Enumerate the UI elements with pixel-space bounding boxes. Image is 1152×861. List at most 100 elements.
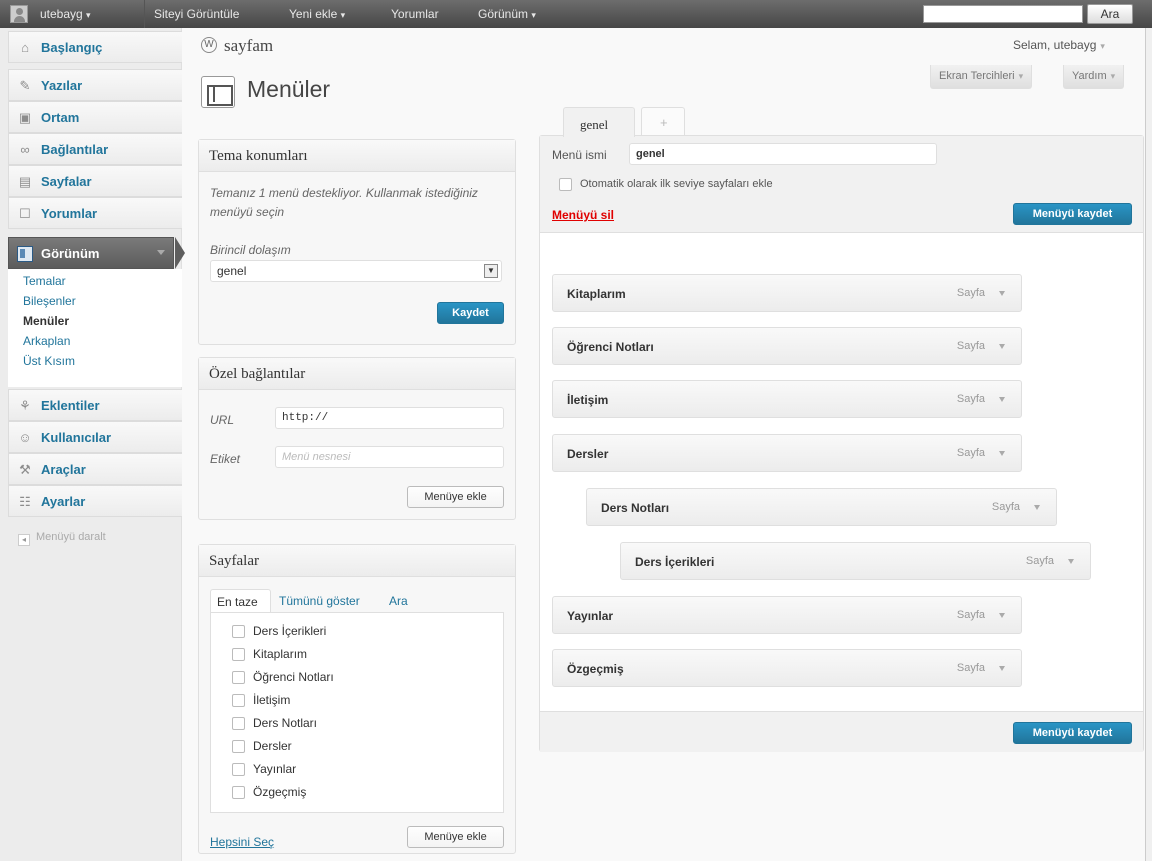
sidebar-item-users[interactable]: ☺ Kullanıcılar bbox=[8, 421, 182, 453]
primary-nav-label: Birincil dolaşım bbox=[210, 243, 291, 257]
theme-locations-box: Tema konumları Temanız 1 menü destekliyo… bbox=[198, 139, 516, 345]
admin-search-input[interactable] bbox=[923, 5, 1083, 23]
sidebar-item-links[interactable]: ∞ Bağlantılar bbox=[8, 133, 182, 165]
menu-name-input[interactable]: genel bbox=[629, 143, 937, 165]
page-scrollbar[interactable] bbox=[1145, 28, 1152, 861]
chevron-down-icon[interactable] bbox=[999, 666, 1005, 671]
menu-item[interactable]: Kitaplarım Sayfa bbox=[552, 274, 1022, 312]
screen-options-button[interactable]: Ekran Tercihleri ▾ bbox=[930, 65, 1033, 89]
sidebar-item-posts[interactable]: ✎ Yazılar bbox=[8, 69, 182, 101]
chevron-down-icon[interactable] bbox=[157, 250, 165, 255]
chevron-down-icon[interactable] bbox=[999, 397, 1005, 402]
admin-sidebar: ⌂ Başlangıç ✎ Yazılar ▣ Ortam ∞ Bağlantı… bbox=[0, 28, 185, 861]
collapse-menu-button[interactable]: ◂ Menüyü daralt bbox=[18, 531, 106, 546]
custom-links-box: Özel bağlantılar URL http:// Etiket Menü… bbox=[198, 357, 516, 520]
page-checkbox[interactable] bbox=[232, 717, 245, 730]
menu-item[interactable]: Öğrenci Notları Sayfa bbox=[552, 327, 1022, 365]
sidebar-item-media[interactable]: ▣ Ortam bbox=[8, 101, 182, 133]
wordpress-logo-icon: W bbox=[201, 37, 217, 53]
pin-icon: ✎ bbox=[19, 78, 31, 93]
submenu-header[interactable]: Üst Kısım bbox=[23, 353, 75, 369]
save-locations-button[interactable]: Kaydet bbox=[437, 302, 504, 324]
chevron-down-icon[interactable] bbox=[999, 344, 1005, 349]
howdy-user-menu[interactable]: Selam, utebayg ▾ bbox=[1013, 38, 1105, 52]
delete-menu-link[interactable]: Menüyü sil bbox=[552, 208, 614, 222]
page-checkbox[interactable] bbox=[232, 763, 245, 776]
page-checkbox[interactable] bbox=[232, 671, 245, 684]
add-pages-button[interactable]: Menüye ekle bbox=[407, 826, 504, 848]
custom-links-title[interactable]: Özel bağlantılar bbox=[199, 358, 515, 390]
chevron-down-icon[interactable] bbox=[1034, 505, 1040, 510]
site-name[interactable]: sayfam bbox=[224, 36, 273, 56]
theme-locations-title[interactable]: Tema konumları bbox=[199, 140, 515, 172]
page-checkbox[interactable] bbox=[232, 648, 245, 661]
tab-menu-genel[interactable]: genel bbox=[563, 107, 635, 137]
sidebar-item-appearance[interactable]: Görünüm bbox=[8, 237, 185, 269]
tab-most-recent[interactable]: En taze bbox=[210, 589, 271, 613]
submenu-widgets[interactable]: Bileşenler bbox=[23, 293, 76, 309]
page-checkbox[interactable] bbox=[232, 786, 245, 799]
url-input[interactable]: http:// bbox=[275, 407, 504, 429]
menu-item[interactable]: Ders Notları Sayfa bbox=[586, 488, 1057, 526]
plus-icon: + bbox=[660, 115, 668, 130]
avatar[interactable] bbox=[10, 5, 28, 23]
menu-item[interactable]: Yayınlar Sayfa bbox=[552, 596, 1022, 634]
chevron-down-icon[interactable] bbox=[999, 613, 1005, 618]
menu-item[interactable]: Dersler Sayfa bbox=[552, 434, 1022, 472]
menu-editor-footer: Menüyü kaydet bbox=[540, 711, 1143, 752]
pages-checklist: Ders İçerikleri Kitaplarım Öğrenci Notla… bbox=[210, 612, 504, 813]
page-title: Menüler bbox=[247, 76, 331, 102]
primary-nav-select[interactable]: genel ▼ bbox=[210, 260, 502, 282]
comments-link[interactable]: Yorumlar bbox=[391, 0, 439, 28]
comment-icon: ☐ bbox=[19, 206, 31, 221]
save-menu-button-bottom[interactable]: Menüyü kaydet bbox=[1013, 722, 1132, 744]
page-checkbox[interactable] bbox=[232, 694, 245, 707]
menu-item[interactable]: İletişim Sayfa bbox=[552, 380, 1022, 418]
sidebar-item-dashboard[interactable]: ⌂ Başlangıç bbox=[8, 31, 182, 63]
sidebar-item-pages[interactable]: ▤ Sayfalar bbox=[8, 165, 182, 197]
appearance-icon bbox=[17, 246, 33, 262]
save-menu-button[interactable]: Menüyü kaydet bbox=[1013, 203, 1132, 225]
auto-add-pages-checkbox[interactable] bbox=[559, 178, 572, 191]
submenu-themes[interactable]: Temalar bbox=[23, 273, 66, 289]
pages-icon: ▤ bbox=[18, 174, 32, 189]
appearance-menu[interactable]: Görünüm ▾ bbox=[478, 0, 536, 28]
tools-icon: ⚒ bbox=[19, 462, 31, 477]
sidebar-item-tools[interactable]: ⚒ Araçlar bbox=[8, 453, 182, 485]
link-label-input[interactable]: Menü nesnesi bbox=[275, 446, 504, 468]
plugin-icon: ⚘ bbox=[19, 398, 31, 413]
chevron-down-icon[interactable] bbox=[999, 291, 1005, 296]
current-arrow-icon bbox=[175, 237, 185, 269]
sidebar-item-comments[interactable]: ☐ Yorumlar bbox=[8, 197, 182, 229]
menu-editor-header: Menü ismi genel Otomatik olarak ilk sevi… bbox=[540, 136, 1143, 233]
tab-view-all[interactable]: Tümünü göster bbox=[279, 594, 360, 608]
url-label: URL bbox=[210, 413, 235, 427]
list-item: Öğrenci Notları bbox=[253, 670, 334, 684]
list-item: İletişim bbox=[253, 693, 291, 707]
admin-user-menu[interactable]: utebayg ▾ bbox=[40, 0, 91, 28]
chevron-down-icon[interactable] bbox=[999, 451, 1005, 456]
sidebar-item-plugins[interactable]: ⚘ Eklentiler bbox=[8, 389, 182, 421]
help-button[interactable]: Yardım ▾ bbox=[1063, 65, 1125, 89]
submenu-menus[interactable]: Menüler bbox=[23, 313, 69, 329]
tab-search[interactable]: Ara bbox=[389, 594, 408, 608]
submenu-background[interactable]: Arkaplan bbox=[23, 333, 70, 349]
page-checkbox[interactable] bbox=[232, 625, 245, 638]
view-site-link[interactable]: Siteyi Görüntüle bbox=[154, 0, 239, 28]
chevron-down-icon[interactable] bbox=[1068, 559, 1074, 564]
list-item: Yayınlar bbox=[253, 762, 297, 776]
menu-name-label: Menü ismi bbox=[552, 148, 607, 162]
menu-item[interactable]: Özgeçmiş Sayfa bbox=[552, 649, 1022, 687]
list-item: Ders Notları bbox=[253, 716, 318, 730]
menu-editor: Menü ismi genel Otomatik olarak ilk sevi… bbox=[539, 135, 1144, 752]
admin-search-button[interactable]: Ara bbox=[1087, 4, 1133, 24]
tab-add-menu[interactable]: + bbox=[641, 107, 685, 137]
sidebar-item-settings[interactable]: ☷ Ayarlar bbox=[8, 485, 182, 517]
add-custom-link-button[interactable]: Menüye ekle bbox=[407, 486, 504, 508]
menu-item[interactable]: Ders İçerikleri Sayfa bbox=[620, 542, 1091, 580]
select-all-link[interactable]: Hepsini Seç bbox=[210, 835, 274, 849]
page-checkbox[interactable] bbox=[232, 740, 245, 753]
pages-box-title[interactable]: Sayfalar bbox=[199, 545, 515, 577]
list-item: Özgeçmiş bbox=[253, 785, 307, 799]
new-content-menu[interactable]: Yeni ekle ▾ bbox=[289, 0, 345, 28]
